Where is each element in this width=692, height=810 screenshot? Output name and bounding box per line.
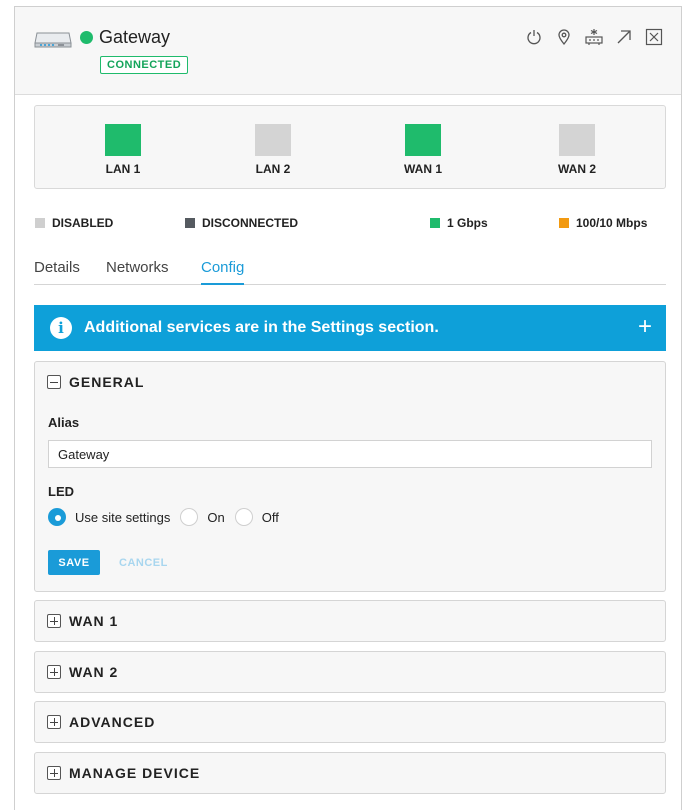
led-radio-on[interactable]: [180, 508, 199, 526]
cancel-button[interactable]: CANCEL: [119, 550, 168, 575]
port-label: LAN 1: [105, 162, 141, 176]
legend-disabled: DISABLED: [35, 216, 113, 230]
led-radio-group: Use site settings On Off: [48, 508, 289, 526]
section-title: MANAGE DEVICE: [69, 765, 201, 781]
legend-label: DISABLED: [52, 216, 114, 230]
led-radio-off[interactable]: [234, 508, 253, 526]
header-actions: [523, 26, 665, 48]
port-indicator: [105, 124, 141, 156]
legend-label: 1 Gbps: [447, 216, 488, 230]
port-label: WAN 1: [403, 162, 442, 176]
port-wan-2[interactable]: WAN 2: [547, 124, 607, 176]
led-label: LED: [48, 484, 74, 499]
expand-icon: [47, 715, 61, 729]
led-option-label[interactable]: Use site settings: [75, 510, 170, 525]
tab-config[interactable]: Config: [201, 259, 245, 285]
collapse-icon: [47, 375, 61, 389]
general-section: GENERAL Alias LED Use site settings On O…: [34, 361, 666, 592]
alias-label: Alias: [48, 415, 80, 430]
status-badge: CONNECTED: [100, 56, 189, 74]
wan-1-section-header[interactable]: WAN 1: [47, 613, 118, 629]
port-lan-2[interactable]: LAN 2: [243, 124, 303, 176]
device-tabs: Details Networks Config: [34, 257, 666, 285]
general-section-header[interactable]: GENERAL: [47, 374, 144, 390]
led-option-label[interactable]: Off: [262, 510, 279, 525]
port-lan-1[interactable]: LAN 1: [93, 124, 153, 176]
network-device-icon[interactable]: [583, 26, 605, 48]
wan-1-section[interactable]: WAN 1: [34, 600, 666, 642]
section-title: ADVANCED: [69, 714, 156, 730]
device-name: Gateway: [99, 27, 171, 47]
device-panel: Gateway CONNECTED LAN 1 LAN 2 WAN 1 WAN …: [14, 6, 682, 810]
device-header: Gateway CONNECTED: [15, 7, 681, 95]
legend-swatch: [185, 218, 195, 228]
legend-label: 100/10 Mbps: [576, 216, 648, 230]
port-indicator: [405, 124, 441, 156]
section-title: WAN 2: [69, 664, 119, 680]
tab-networks[interactable]: Networks: [106, 259, 169, 285]
section-title: WAN 1: [69, 613, 119, 629]
led-radio-site-settings[interactable]: [48, 508, 66, 526]
status-dot: [80, 31, 93, 44]
port-label: LAN 2: [255, 162, 291, 176]
port-legend: DISABLED DISCONNECTED 1 Gbps 100/10 Mbps: [15, 216, 681, 232]
port-wan-1[interactable]: WAN 1: [393, 124, 453, 176]
power-icon[interactable]: [523, 26, 545, 48]
locate-icon[interactable]: [553, 26, 575, 48]
info-banner: i Additional services are in the Setting…: [34, 305, 666, 351]
gateway-device-icon: [33, 29, 73, 54]
led-option-label[interactable]: On: [207, 510, 224, 525]
section-title: GENERAL: [69, 374, 145, 390]
info-icon: i: [50, 317, 72, 339]
open-external-icon[interactable]: [613, 26, 635, 48]
expand-icon: [47, 665, 61, 679]
expand-plus-icon[interactable]: +: [638, 314, 652, 340]
alias-input[interactable]: [48, 440, 652, 468]
port-indicator: [255, 124, 291, 156]
legend-label: DISCONNECTED: [202, 216, 299, 230]
expand-icon: [47, 766, 61, 780]
legend-swatch: [559, 218, 569, 228]
advanced-section-header[interactable]: ADVANCED: [47, 714, 155, 730]
legend-swatch: [35, 218, 45, 228]
close-icon[interactable]: [643, 26, 665, 48]
advanced-section[interactable]: ADVANCED: [34, 701, 666, 743]
legend-1gbps: 1 Gbps: [430, 216, 488, 230]
manage-device-section-header[interactable]: MANAGE DEVICE: [47, 765, 200, 781]
wan-2-section-header[interactable]: WAN 2: [47, 664, 118, 680]
banner-text: Additional services are in the Settings …: [84, 319, 439, 336]
port-status-panel: LAN 1 LAN 2 WAN 1 WAN 2: [34, 105, 666, 189]
save-button[interactable]: SAVE: [48, 550, 100, 575]
legend-100-10mbps: 100/10 Mbps: [559, 216, 647, 230]
expand-icon: [47, 614, 61, 628]
wan-2-section[interactable]: WAN 2: [34, 651, 666, 693]
port-indicator: [559, 124, 595, 156]
tab-details[interactable]: Details: [34, 259, 80, 285]
port-label: WAN 2: [557, 162, 596, 176]
manage-device-section[interactable]: MANAGE DEVICE: [34, 752, 666, 794]
legend-swatch: [430, 218, 440, 228]
legend-disconnected: DISCONNECTED: [185, 216, 298, 230]
